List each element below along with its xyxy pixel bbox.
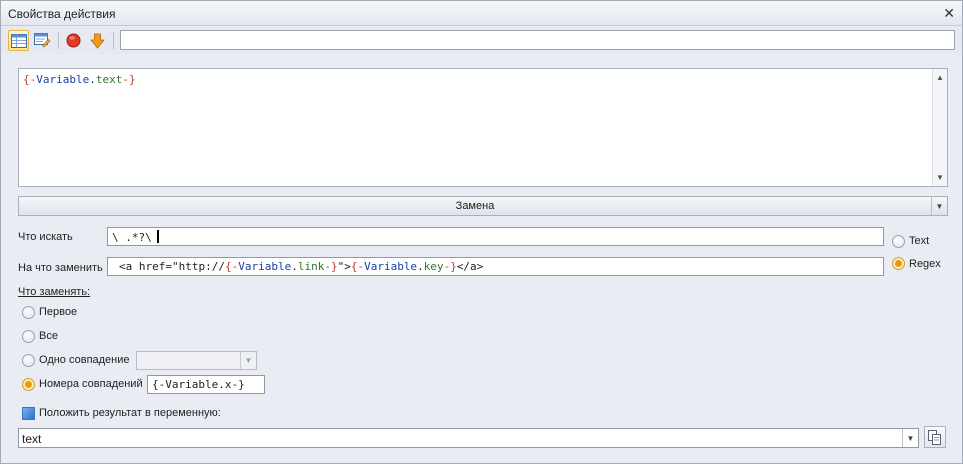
replace-token: link [297,260,325,273]
toolbar [1,27,962,54]
stop-red-icon [66,33,81,48]
replace-token: . [417,260,424,273]
replace-token: </a> [456,260,484,273]
store-result-label[interactable]: Положить результат в переменную: [39,407,221,419]
move-down-button[interactable] [87,30,108,51]
table-view-button[interactable] [8,30,29,51]
replace-token: key [423,260,444,273]
replace-what-heading: Что заменять: [18,286,91,298]
replace-all-label[interactable]: Все [39,330,58,342]
editor-token: . [89,73,96,86]
replace-match-numbers-radio[interactable] [22,378,35,391]
replace-token: Variable [238,260,292,273]
scroll-up-icon[interactable]: ▲ [936,73,944,82]
window-title: Свойства действия [8,7,116,21]
replace-label: На что заменить [18,262,103,274]
replace-token: <a href="http:// [119,260,225,273]
match-type-text-label[interactable]: Text [909,235,929,247]
replace-token: -} [443,260,457,273]
replace-token: Variable [364,260,418,273]
stop-button[interactable] [63,30,84,51]
replace-first-label[interactable]: Первое [39,306,77,318]
edit-properties-icon [34,33,51,48]
match-numbers-input[interactable]: {-Variable.x-} [147,375,265,394]
replace-match-numbers-label[interactable]: Номера совпадений [39,378,143,390]
one-match-select: ▼ [136,351,257,370]
replace-input[interactable]: <a href="http://{-Variable.link-}">{-Var… [107,257,884,276]
scroll-down-icon[interactable]: ▼ [936,173,944,182]
arrow-down-orange-icon [90,33,105,49]
replace-token: -} [324,260,338,273]
input-text-editor[interactable]: {-Variable.text-} ▲ ▼ [18,68,948,187]
replace-one-match-radio[interactable] [22,354,35,367]
editor-token: -} [122,73,136,86]
replace-all-radio[interactable] [22,330,35,343]
action-properties-window: Свойства действия ✕ {-Variable.text-} ▲ … [0,0,963,464]
toolbar-separator [58,32,59,49]
search-label: Что искать [18,231,73,243]
text-caret [156,230,159,243]
editor-token: text [95,73,123,86]
replace-token: "> [337,260,351,273]
title-bar: Свойства действия ✕ [1,1,962,26]
toolbar-comment-input[interactable] [120,30,955,50]
replace-first-radio[interactable] [22,306,35,319]
result-variable-value: text [22,432,42,446]
replace-token: {- [350,260,365,273]
chevron-down-icon[interactable]: ▼ [902,429,918,447]
edit-properties-button[interactable] [32,30,53,51]
copy-icon [928,429,941,445]
replace-token: . [291,260,298,273]
store-result-checkbox[interactable] [22,407,35,420]
match-type-regex-radio[interactable] [892,257,905,270]
editor-token: {- [23,73,37,86]
editor-token: Variable [36,73,90,86]
chevron-down-icon: ▼ [240,352,256,369]
toolbar-separator [113,32,114,49]
operation-mode-label: Замена [455,200,495,212]
copy-button[interactable] [924,426,946,448]
chevron-down-icon[interactable]: ▼ [931,197,947,215]
replace-token: {- [224,260,239,273]
close-icon[interactable]: ✕ [943,5,955,22]
search-value: \ .*?\ [112,231,152,244]
table-view-icon [10,33,27,48]
editor-content: {-Variable.text-} [23,73,136,86]
match-type-regex-label[interactable]: Regex [909,258,941,270]
operation-mode-select[interactable]: Замена ▼ [18,196,948,216]
editor-scrollbar[interactable]: ▲ ▼ [932,69,947,186]
search-input[interactable]: \ .*?\ [107,227,884,246]
match-type-text-radio[interactable] [892,235,905,248]
result-variable-select[interactable]: text ▼ [18,428,919,448]
replace-one-match-label[interactable]: Одно совпадение [39,354,130,366]
